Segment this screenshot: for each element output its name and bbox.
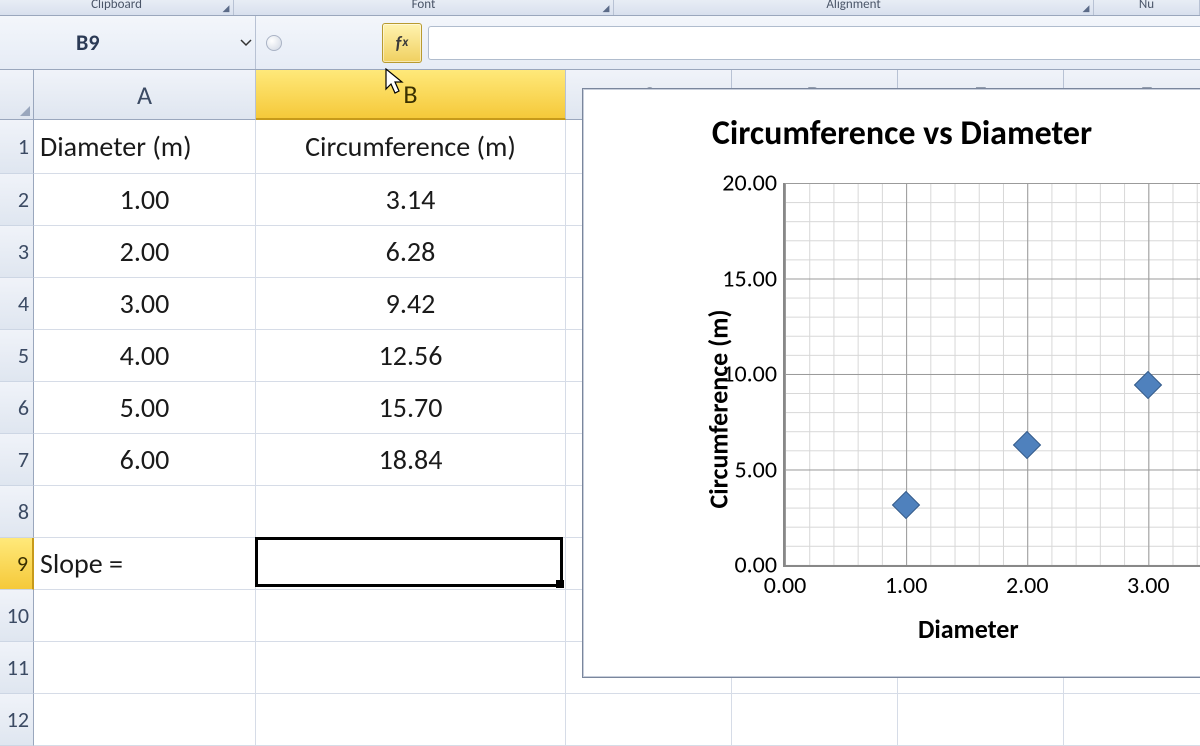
- column-header-A[interactable]: A: [34, 70, 256, 120]
- row-header-10[interactable]: 10: [0, 590, 34, 642]
- column-header-B[interactable]: B: [256, 70, 566, 120]
- row-header-5[interactable]: 5: [0, 330, 34, 382]
- formula-controls: [256, 35, 282, 51]
- cell-A8[interactable]: [34, 486, 256, 538]
- x-tick-label: 1.00: [885, 571, 928, 600]
- cell-F12[interactable]: [1064, 694, 1200, 746]
- ribbon-group-label: Font: [412, 0, 436, 12]
- cell-B7[interactable]: 18.84: [256, 434, 566, 486]
- row-header-2[interactable]: 2: [0, 174, 34, 226]
- cell-B12[interactable]: [256, 694, 566, 746]
- row-header-3[interactable]: 3: [0, 226, 34, 278]
- cell-A10[interactable]: [34, 590, 256, 642]
- cell-B5[interactable]: 12.56: [256, 330, 566, 382]
- cell-A2[interactable]: 1.00: [34, 174, 256, 226]
- x-tick-label: 2.00: [1006, 571, 1049, 600]
- cell-B3[interactable]: 6.28: [256, 226, 566, 278]
- cell-A6[interactable]: 5.00: [34, 382, 256, 434]
- cell-B4[interactable]: 9.42: [256, 278, 566, 330]
- ribbon-group-label: Clipboard: [91, 0, 142, 12]
- y-tick-label: 15.00: [722, 264, 777, 293]
- embedded-chart[interactable]: Circumference vs Diameter Circumference …: [582, 88, 1200, 678]
- dialog-launcher-icon[interactable]: ◢: [601, 4, 611, 14]
- chart-title: Circumference vs Diameter: [583, 89, 1200, 160]
- cell-B2[interactable]: 3.14: [256, 174, 566, 226]
- formula-bar[interactable]: [428, 26, 1200, 60]
- ribbon-group-strip: Clipboard ◢ Font ◢ Alignment ◢ Nu: [0, 0, 1200, 16]
- insert-function-button[interactable]: fx: [382, 23, 422, 63]
- x-tick-label: 3.00: [1127, 571, 1170, 600]
- ribbon-group-number: Nu: [1094, 0, 1200, 15]
- cell-A4[interactable]: 3.00: [34, 278, 256, 330]
- y-tick-label: 20.00: [722, 169, 777, 198]
- dialog-launcher-icon[interactable]: ◢: [221, 4, 231, 14]
- cell-D12[interactable]: [732, 694, 898, 746]
- cell-B1[interactable]: Circumference (m): [256, 120, 566, 174]
- row-header-11[interactable]: 11: [0, 642, 34, 694]
- cell-C12[interactable]: [566, 694, 732, 746]
- name-box[interactable]: B9: [70, 27, 237, 58]
- row-header-12[interactable]: 12: [0, 694, 34, 746]
- ribbon-group-label: Nu: [1139, 0, 1154, 12]
- cell-A9[interactable]: Slope =: [34, 538, 256, 590]
- formula-bar-row: B9 fx: [0, 16, 1200, 70]
- plot-area: 0.005.0010.0015.0020.000.001.002.003.00: [783, 183, 1200, 567]
- cell-E12[interactable]: [898, 694, 1064, 746]
- y-tick-label: 5.00: [734, 455, 777, 484]
- x-tick-label: 0.00: [764, 571, 807, 600]
- ribbon-group-clipboard: Clipboard ◢: [0, 0, 234, 15]
- cell-A3[interactable]: 2.00: [34, 226, 256, 278]
- cancel-icon[interactable]: [266, 35, 282, 51]
- cell-B8[interactable]: [256, 486, 566, 538]
- cell-B6[interactable]: 15.70: [256, 382, 566, 434]
- cell-A5[interactable]: 4.00: [34, 330, 256, 382]
- y-tick-label: 10.00: [722, 360, 777, 389]
- cell-B9[interactable]: [256, 538, 566, 590]
- ribbon-group-label: Alignment: [826, 0, 880, 12]
- cell-A7[interactable]: 6.00: [34, 434, 256, 486]
- row-header-9[interactable]: 9: [0, 538, 34, 590]
- row-header-4[interactable]: 4: [0, 278, 34, 330]
- name-box-dropdown[interactable]: [237, 34, 255, 52]
- cell-B11[interactable]: [256, 642, 566, 694]
- row-header-1[interactable]: 1: [0, 120, 34, 174]
- cell-A11[interactable]: [34, 642, 256, 694]
- row-headers: 123456789101112: [0, 120, 34, 746]
- y-axis-label: Circumference (m): [702, 310, 734, 509]
- ribbon-group-font: Font ◢: [234, 0, 614, 15]
- name-box-wrap: B9: [0, 16, 256, 69]
- select-all-corner[interactable]: [0, 70, 34, 120]
- row-header-8[interactable]: 8: [0, 486, 34, 538]
- row-header-7[interactable]: 7: [0, 434, 34, 486]
- dialog-launcher-icon[interactable]: ◢: [1081, 4, 1091, 14]
- cell-B10[interactable]: [256, 590, 566, 642]
- x-axis-label: Diameter: [918, 613, 1019, 645]
- plot-wrap: Circumference (m) 0.005.0010.0015.0020.0…: [631, 175, 1200, 643]
- ribbon-group-alignment: Alignment ◢: [614, 0, 1094, 15]
- row-header-6[interactable]: 6: [0, 382, 34, 434]
- cell-A1[interactable]: Diameter (m): [34, 120, 256, 174]
- cell-A12[interactable]: [34, 694, 256, 746]
